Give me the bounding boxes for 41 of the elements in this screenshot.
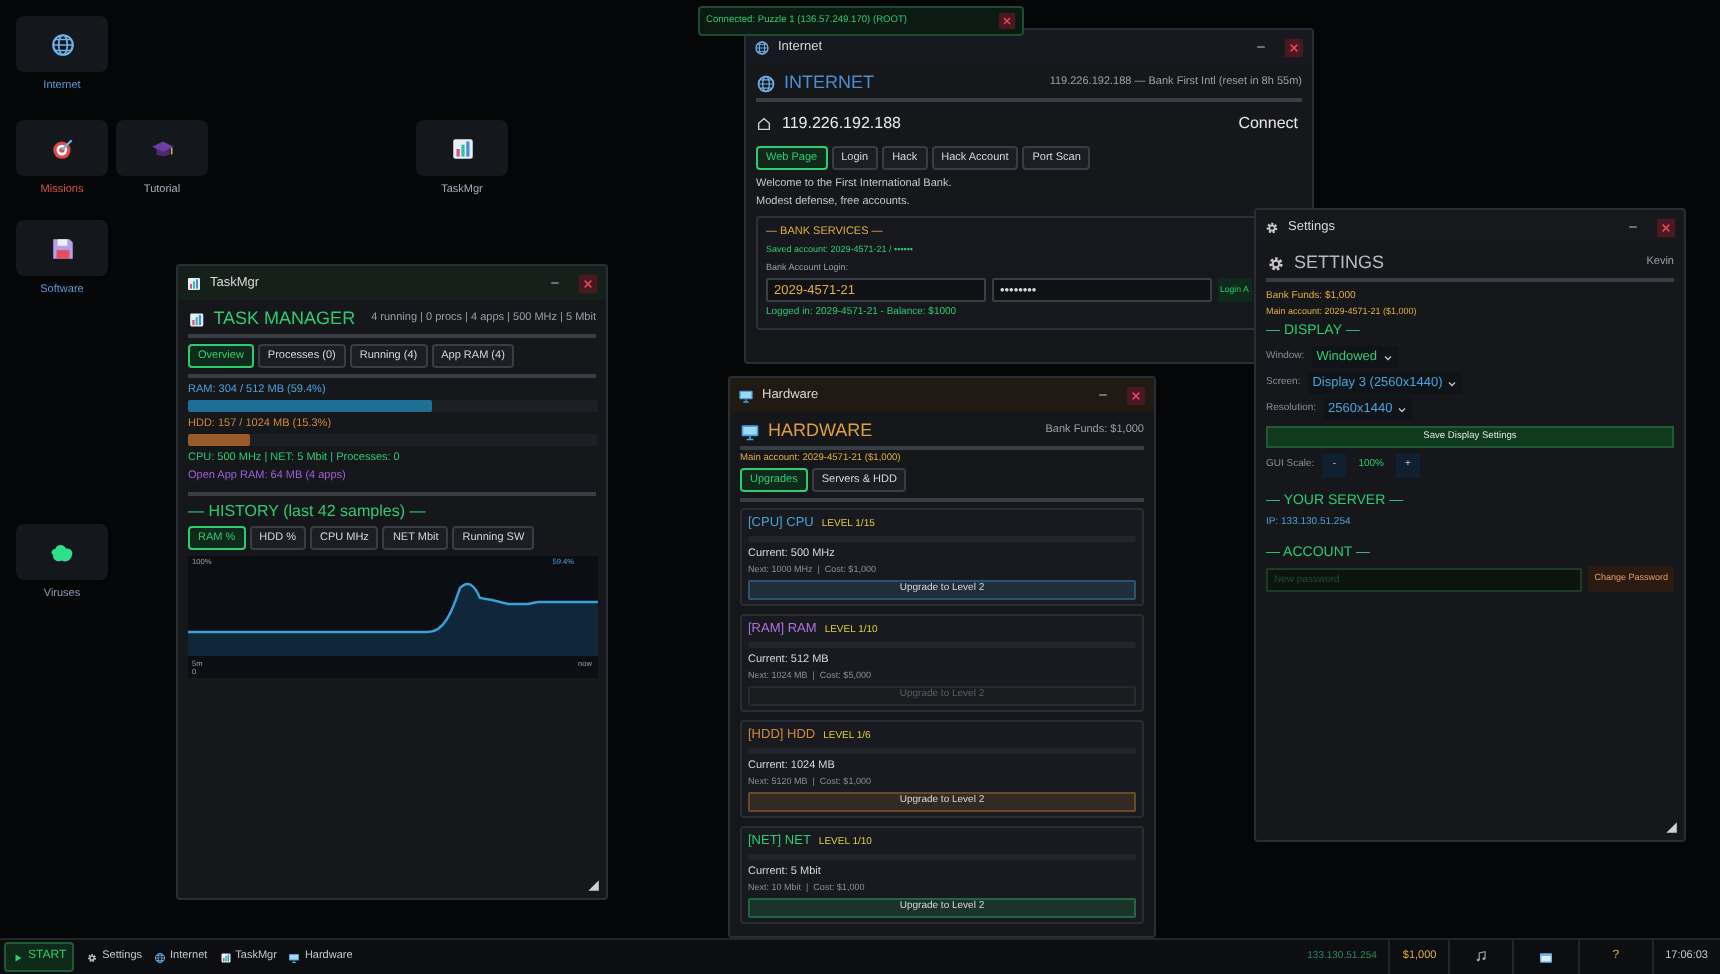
window-heading: TASK MANAGER (213, 305, 356, 332)
monitor-icon (740, 421, 760, 441)
close-icon[interactable] (578, 273, 598, 293)
globe-icon (754, 39, 770, 55)
close-icon[interactable] (998, 12, 1016, 30)
close-icon[interactable] (1126, 385, 1146, 405)
settings-icon (86, 951, 99, 963)
desktop-icon[interactable] (16, 120, 108, 176)
section-title: — HISTORY (last 42 samples) — (188, 500, 428, 524)
chevron-down-icon (1446, 377, 1459, 389)
bar-chart-icon (186, 275, 202, 291)
desktop-icon[interactable] (16, 16, 108, 72)
monitor-icon (738, 387, 754, 403)
address-field[interactable]: 119.226.192.188 (782, 112, 1229, 136)
desktop-icon[interactable] (416, 120, 508, 176)
globe-icon (49, 31, 75, 57)
window-heading: SETTINGS (1294, 249, 1385, 276)
resize-grip-icon[interactable] (1664, 820, 1678, 834)
globe-icon (154, 951, 166, 963)
music-note-icon[interactable] (1474, 950, 1489, 964)
connect-button[interactable]: Connect (1238, 112, 1302, 136)
globe-icon (756, 73, 776, 93)
home-icon[interactable] (756, 116, 772, 132)
bar-chart-icon (219, 951, 232, 963)
window-heading: INTERNET (784, 69, 874, 96)
play-icon (12, 951, 24, 963)
close-icon[interactable] (1284, 37, 1304, 57)
close-icon[interactable] (1656, 217, 1676, 237)
chevron-down-icon (1396, 403, 1409, 415)
bar-chart-icon (188, 309, 206, 329)
window-heading: HARDWARE (768, 417, 873, 444)
desktop-icon[interactable] (16, 220, 108, 276)
bar-chart-icon (449, 135, 475, 161)
target-icon (49, 135, 75, 161)
blob-icon (49, 539, 75, 565)
window-icon[interactable] (1538, 949, 1555, 965)
desktop-icon[interactable] (16, 524, 108, 580)
monitor-icon (288, 951, 301, 963)
resize-grip-icon[interactable] (586, 878, 600, 892)
settings-icon (1264, 219, 1280, 235)
chevron-down-icon (1381, 351, 1394, 363)
